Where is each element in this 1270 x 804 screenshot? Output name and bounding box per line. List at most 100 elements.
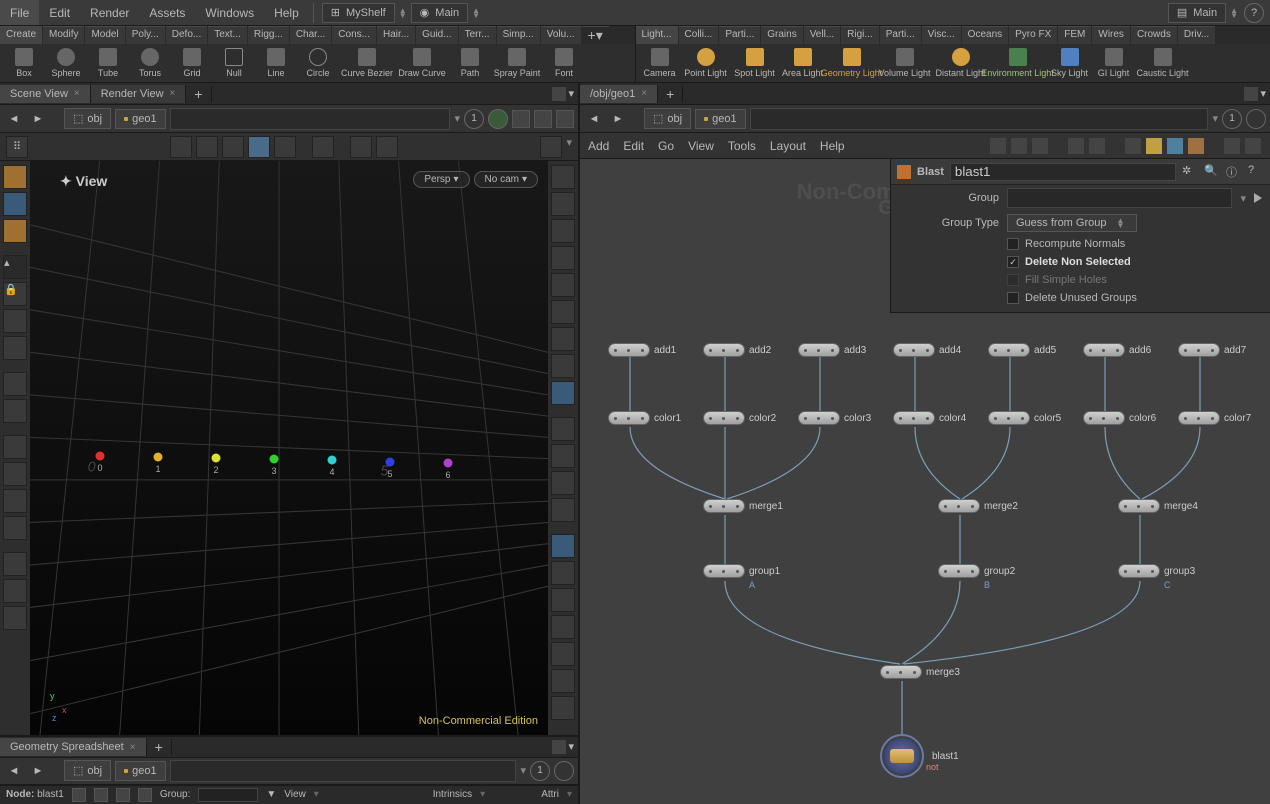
help-icon[interactable]: ? — [1248, 164, 1264, 180]
tool-tube[interactable]: Tube — [88, 45, 128, 81]
back-arrow-icon[interactable]: ◄ — [584, 109, 604, 129]
network-view[interactable]: Non-Commercial Edition Geometry — [580, 159, 1270, 804]
snap-icon[interactable] — [170, 136, 192, 158]
chevron-down-icon[interactable]: ▾ — [454, 112, 460, 125]
shelf-tab-texture[interactable]: Text... — [208, 26, 247, 44]
tool-environment-light[interactable]: Environment Light — [990, 45, 1046, 81]
tool-camera[interactable]: Camera — [640, 45, 680, 81]
find-icon[interactable] — [1223, 137, 1241, 155]
tab-add[interactable]: + — [658, 86, 683, 102]
shelf-tab-volume[interactable]: Volu... — [541, 26, 581, 44]
shelf-tab-oceans[interactable]: Oceans — [962, 26, 1008, 44]
xray-icon[interactable] — [551, 534, 575, 558]
layout-icon[interactable] — [540, 136, 562, 158]
path-input[interactable] — [170, 760, 517, 782]
tool-area-light[interactable]: Area Light — [780, 45, 826, 81]
tree-icon[interactable] — [1010, 137, 1028, 155]
node-blast1[interactable]: blast1 not — [880, 734, 959, 778]
desktop-arrows[interactable]: ▲▼ — [1230, 8, 1238, 18]
box-icon[interactable] — [1187, 137, 1205, 155]
node-add6[interactable]: add6 — [1083, 343, 1151, 357]
tool-circle[interactable]: Circle — [298, 45, 338, 81]
prims-icon[interactable] — [116, 788, 130, 802]
info-icon[interactable]: ⓘ — [1226, 164, 1242, 180]
shelf-tab-guide[interactable]: Guid... — [416, 26, 457, 44]
tool-line[interactable]: Line — [256, 45, 296, 81]
brush-icon[interactable] — [3, 399, 27, 423]
node-group3[interactable]: group3C — [1118, 564, 1195, 578]
tool-gi-light[interactable]: GI Light — [1094, 45, 1134, 81]
gear-icon[interactable]: ✲ — [1182, 164, 1198, 180]
point-1[interactable] — [154, 453, 163, 462]
tool-null[interactable]: Null — [214, 45, 254, 81]
net-menu-layout[interactable]: Layout — [770, 139, 806, 153]
settings-icon[interactable] — [376, 136, 398, 158]
sticky-icon[interactable] — [1145, 137, 1163, 155]
shelf-tab-create[interactable]: Create — [0, 26, 42, 44]
shelf-tab-drive[interactable]: Driv... — [1178, 26, 1215, 44]
node-color5[interactable]: color5 — [988, 411, 1061, 425]
lock-view-icon[interactable] — [551, 219, 575, 243]
snap-curve-icon[interactable] — [222, 136, 244, 158]
tool-point-light[interactable]: Point Light — [682, 45, 730, 81]
checkbox-checked[interactable] — [1007, 256, 1019, 268]
shelf-tab-simple[interactable]: Simp... — [497, 26, 540, 44]
close-icon[interactable]: × — [74, 88, 80, 99]
shade-mode-icon[interactable] — [551, 381, 575, 405]
snap-multi-tool-icon[interactable] — [3, 489, 27, 513]
ortho-grid-icon[interactable] — [551, 615, 575, 639]
filter-icon[interactable]: ▼ — [266, 789, 276, 800]
menu-file[interactable]: File — [0, 0, 39, 25]
node-add7[interactable]: add7 — [1178, 343, 1246, 357]
hq-light-icon[interactable] — [551, 327, 575, 351]
point-3[interactable] — [270, 455, 279, 464]
point-0[interactable] — [96, 452, 105, 461]
node-add1[interactable]: add1 — [608, 343, 676, 357]
close-icon[interactable]: × — [130, 742, 136, 753]
net-menu-edit[interactable]: Edit — [623, 139, 644, 153]
path-input[interactable] — [750, 108, 1209, 130]
help-icon[interactable]: ? — [1244, 3, 1264, 23]
shelf-tab-model[interactable]: Model — [85, 26, 124, 44]
point-4[interactable] — [328, 456, 337, 465]
tool-grid[interactable]: Grid — [172, 45, 212, 81]
close-icon[interactable]: × — [170, 88, 176, 99]
shelf-tab-deform[interactable]: Defo... — [166, 26, 207, 44]
shelf-tab-rigid[interactable]: Rigi... — [841, 26, 879, 44]
tool-torus[interactable]: Torus — [130, 45, 170, 81]
select-obj-icon[interactable] — [3, 165, 27, 189]
chevron-down-icon[interactable]: ▾ — [1240, 192, 1246, 205]
node-merge3[interactable]: merge3 — [880, 665, 960, 679]
tool-geometry-light[interactable]: Geometry Light — [828, 45, 876, 81]
path-obj[interactable]: ⬚obj — [644, 108, 691, 129]
square-icon[interactable] — [556, 110, 574, 128]
intrinsics-label[interactable]: Intrinsics — [433, 789, 472, 800]
cplane-icon[interactable] — [551, 642, 575, 666]
play-icon[interactable] — [1254, 193, 1262, 203]
viewport-3d[interactable]: 0 5 ✦ View Persp▾ No cam▾ 0 1 2 — [30, 161, 548, 735]
menu-edit[interactable]: Edit — [39, 0, 80, 25]
tool-font[interactable]: Font — [544, 45, 584, 81]
shelf-tab-collisions[interactable]: Colli... — [679, 26, 719, 44]
point-6[interactable] — [444, 459, 453, 468]
param-delete-unused-row[interactable]: Delete Unused Groups — [891, 289, 1270, 312]
select-dyn-icon[interactable] — [3, 219, 27, 243]
maximize-icon[interactable] — [552, 87, 566, 101]
shelf-tab-viscous[interactable]: Visc... — [922, 26, 961, 44]
display-mode-icon[interactable] — [551, 165, 575, 189]
param-delete-nonselected-row[interactable]: Delete Non Selected — [891, 253, 1270, 271]
bg-icon[interactable] — [551, 561, 575, 585]
select-geo-icon[interactable] — [3, 192, 27, 216]
back-arrow-icon[interactable]: ◄ — [4, 761, 24, 781]
point-display-icon[interactable] — [551, 444, 575, 468]
path-input[interactable] — [170, 108, 451, 130]
pin-icon[interactable] — [554, 761, 574, 781]
node-merge1[interactable]: merge1 — [703, 499, 783, 513]
tool-box[interactable]: Box — [4, 45, 44, 81]
maximize-icon[interactable] — [552, 740, 566, 754]
index-button[interactable]: 1 — [1222, 109, 1242, 129]
path-geo1[interactable]: geo1 — [695, 109, 745, 129]
forward-arrow-icon[interactable]: ► — [28, 761, 48, 781]
tool-path[interactable]: Path — [450, 45, 490, 81]
group-input[interactable] — [1007, 188, 1232, 208]
